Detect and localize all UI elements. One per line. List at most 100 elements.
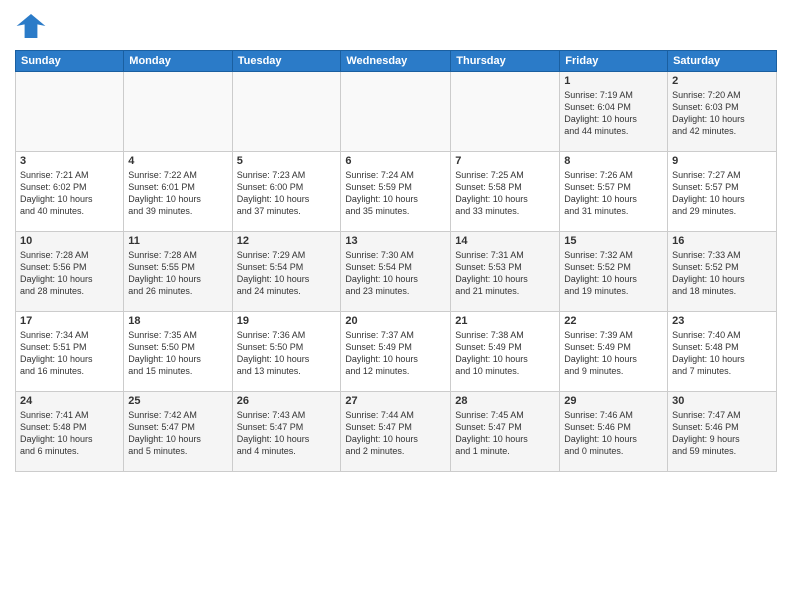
calendar-cell: 8 Sunrise: 7:26 AM Sunset: 5:57 PM Daylig… — [560, 152, 668, 232]
calendar-cell: 23 Sunrise: 7:40 AM Sunset: 5:48 PM Dayli… — [668, 312, 777, 392]
calendar-cell — [341, 72, 451, 152]
weekday-header-wednesday: Wednesday — [341, 51, 451, 72]
calendar-cell: 5 Sunrise: 7:23 AM Sunset: 6:00 PM Daylig… — [232, 152, 341, 232]
day-number: 29 — [564, 395, 663, 407]
day-info: Sunrise: 7:40 AM Sunset: 5:48 PM Dayligh… — [672, 329, 772, 378]
day-info: Sunrise: 7:38 AM Sunset: 5:49 PM Dayligh… — [455, 329, 555, 378]
calendar-cell — [232, 72, 341, 152]
day-info: Sunrise: 7:37 AM Sunset: 5:49 PM Dayligh… — [345, 329, 446, 378]
week-row-1: 3 Sunrise: 7:21 AM Sunset: 6:02 PM Daylig… — [16, 152, 777, 232]
day-number: 10 — [20, 235, 119, 247]
day-number: 23 — [672, 315, 772, 327]
day-info: Sunrise: 7:39 AM Sunset: 5:49 PM Dayligh… — [564, 329, 663, 378]
weekday-header-row: SundayMondayTuesdayWednesdayThursdayFrid… — [16, 51, 777, 72]
day-info: Sunrise: 7:36 AM Sunset: 5:50 PM Dayligh… — [237, 329, 337, 378]
calendar-cell: 19 Sunrise: 7:36 AM Sunset: 5:50 PM Dayli… — [232, 312, 341, 392]
calendar-cell: 29 Sunrise: 7:46 AM Sunset: 5:46 PM Dayli… — [560, 392, 668, 472]
day-number: 17 — [20, 315, 119, 327]
day-number: 9 — [672, 155, 772, 167]
weekday-header-sunday: Sunday — [16, 51, 124, 72]
day-info: Sunrise: 7:27 AM Sunset: 5:57 PM Dayligh… — [672, 169, 772, 218]
calendar-cell: 7Sunrise: 7:25 AM Sunset: 5:58 PM Daylig… — [451, 152, 560, 232]
day-info: Sunrise: 7:45 AM Sunset: 5:47 PM Dayligh… — [455, 409, 555, 458]
calendar-cell: 25 Sunrise: 7:42 AM Sunset: 5:47 PM Dayli… — [124, 392, 232, 472]
calendar-cell: 11 Sunrise: 7:28 AM Sunset: 5:55 PM Dayli… — [124, 232, 232, 312]
day-number: 26 — [237, 395, 337, 407]
week-row-4: 24 Sunrise: 7:41 AM Sunset: 5:48 PM Dayli… — [16, 392, 777, 472]
day-info: Sunrise: 7:34 AM Sunset: 5:51 PM Dayligh… — [20, 329, 119, 378]
day-info: Sunrise: 7:23 AM Sunset: 6:00 PM Dayligh… — [237, 169, 337, 218]
calendar-cell: 12 Sunrise: 7:29 AM Sunset: 5:54 PM Dayli… — [232, 232, 341, 312]
day-number: 11 — [128, 235, 227, 247]
calendar-cell: 21 Sunrise: 7:38 AM Sunset: 5:49 PM Dayli… — [451, 312, 560, 392]
calendar-cell: 9 Sunrise: 7:27 AM Sunset: 5:57 PM Daylig… — [668, 152, 777, 232]
day-info: Sunrise: 7:29 AM Sunset: 5:54 PM Dayligh… — [237, 249, 337, 298]
calendar-cell: 20 Sunrise: 7:37 AM Sunset: 5:49 PM Dayli… — [341, 312, 451, 392]
logo-icon — [15, 10, 47, 42]
weekday-header-saturday: Saturday — [668, 51, 777, 72]
day-info: Sunrise: 7:24 AM Sunset: 5:59 PM Dayligh… — [345, 169, 446, 218]
week-row-3: 17 Sunrise: 7:34 AM Sunset: 5:51 PM Dayli… — [16, 312, 777, 392]
day-number: 28 — [455, 395, 555, 407]
calendar-cell: 6Sunrise: 7:24 AM Sunset: 5:59 PM Daylig… — [341, 152, 451, 232]
day-info: Sunrise: 7:30 AM Sunset: 5:54 PM Dayligh… — [345, 249, 446, 298]
calendar-cell: 1 Sunrise: 7:19 AM Sunset: 6:04 PM Daylig… — [560, 72, 668, 152]
day-info: Sunrise: 7:25 AM Sunset: 5:58 PM Dayligh… — [455, 169, 555, 218]
calendar-cell: 2Sunrise: 7:20 AM Sunset: 6:03 PM Daylig… — [668, 72, 777, 152]
day-number: 4 — [128, 155, 227, 167]
day-number: 30 — [672, 395, 772, 407]
calendar-cell: 10Sunrise: 7:28 AM Sunset: 5:56 PM Dayli… — [16, 232, 124, 312]
header — [15, 10, 777, 42]
day-info: Sunrise: 7:19 AM Sunset: 6:04 PM Dayligh… — [564, 89, 663, 138]
weekday-header-monday: Monday — [124, 51, 232, 72]
day-info: Sunrise: 7:21 AM Sunset: 6:02 PM Dayligh… — [20, 169, 119, 218]
day-number: 2 — [672, 75, 772, 87]
day-number: 25 — [128, 395, 227, 407]
day-number: 21 — [455, 315, 555, 327]
calendar-cell: 18Sunrise: 7:35 AM Sunset: 5:50 PM Dayli… — [124, 312, 232, 392]
calendar-cell: 17 Sunrise: 7:34 AM Sunset: 5:51 PM Dayli… — [16, 312, 124, 392]
calendar-cell: 16 Sunrise: 7:33 AM Sunset: 5:52 PM Dayli… — [668, 232, 777, 312]
calendar-cell: 13 Sunrise: 7:30 AM Sunset: 5:54 PM Dayli… — [341, 232, 451, 312]
day-number: 24 — [20, 395, 119, 407]
page: SundayMondayTuesdayWednesdayThursdayFrid… — [0, 0, 792, 612]
day-number: 22 — [564, 315, 663, 327]
weekday-header-friday: Friday — [560, 51, 668, 72]
calendar-cell: 4 Sunrise: 7:22 AM Sunset: 6:01 PM Daylig… — [124, 152, 232, 232]
day-info: Sunrise: 7:28 AM Sunset: 5:55 PM Dayligh… — [128, 249, 227, 298]
day-info: Sunrise: 7:26 AM Sunset: 5:57 PM Dayligh… — [564, 169, 663, 218]
day-info: Sunrise: 7:32 AM Sunset: 5:52 PM Dayligh… — [564, 249, 663, 298]
day-number: 18 — [128, 315, 227, 327]
calendar-cell: 28 Sunrise: 7:45 AM Sunset: 5:47 PM Dayli… — [451, 392, 560, 472]
day-number: 1 — [564, 75, 663, 87]
day-number: 12 — [237, 235, 337, 247]
day-info: Sunrise: 7:44 AM Sunset: 5:47 PM Dayligh… — [345, 409, 446, 458]
day-number: 20 — [345, 315, 446, 327]
calendar-cell: 22 Sunrise: 7:39 AM Sunset: 5:49 PM Dayli… — [560, 312, 668, 392]
calendar-cell: 14 Sunrise: 7:31 AM Sunset: 5:53 PM Dayli… — [451, 232, 560, 312]
day-number: 13 — [345, 235, 446, 247]
day-info: Sunrise: 7:41 AM Sunset: 5:48 PM Dayligh… — [20, 409, 119, 458]
calendar-cell: 24 Sunrise: 7:41 AM Sunset: 5:48 PM Dayli… — [16, 392, 124, 472]
day-info: Sunrise: 7:42 AM Sunset: 5:47 PM Dayligh… — [128, 409, 227, 458]
calendar-cell — [124, 72, 232, 152]
calendar-cell: 26Sunrise: 7:43 AM Sunset: 5:47 PM Dayli… — [232, 392, 341, 472]
day-number: 14 — [455, 235, 555, 247]
day-number: 27 — [345, 395, 446, 407]
day-info: Sunrise: 7:22 AM Sunset: 6:01 PM Dayligh… — [128, 169, 227, 218]
calendar-cell: 15 Sunrise: 7:32 AM Sunset: 5:52 PM Dayli… — [560, 232, 668, 312]
calendar-cell — [451, 72, 560, 152]
calendar-cell — [16, 72, 124, 152]
day-info: Sunrise: 7:46 AM Sunset: 5:46 PM Dayligh… — [564, 409, 663, 458]
day-number: 19 — [237, 315, 337, 327]
day-number: 5 — [237, 155, 337, 167]
calendar: SundayMondayTuesdayWednesdayThursdayFrid… — [15, 50, 777, 472]
day-info: Sunrise: 7:31 AM Sunset: 5:53 PM Dayligh… — [455, 249, 555, 298]
day-number: 15 — [564, 235, 663, 247]
day-info: Sunrise: 7:33 AM Sunset: 5:52 PM Dayligh… — [672, 249, 772, 298]
day-number: 16 — [672, 235, 772, 247]
day-number: 8 — [564, 155, 663, 167]
calendar-cell: 27 Sunrise: 7:44 AM Sunset: 5:47 PM Dayli… — [341, 392, 451, 472]
week-row-2: 10Sunrise: 7:28 AM Sunset: 5:56 PM Dayli… — [16, 232, 777, 312]
day-number: 3 — [20, 155, 119, 167]
